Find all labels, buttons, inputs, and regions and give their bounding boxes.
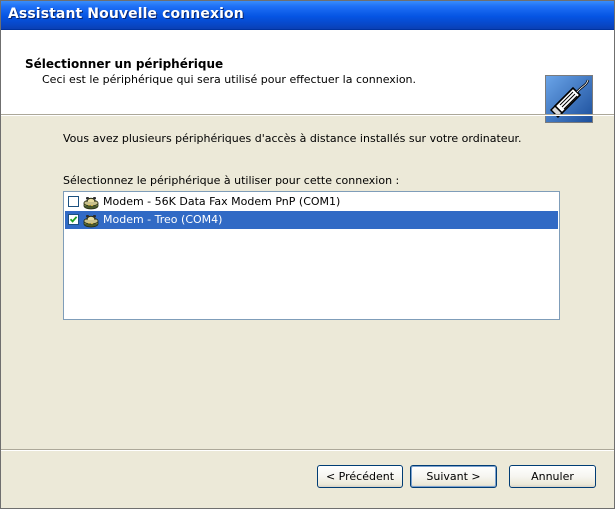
title-bar[interactable]: Assistant Nouvelle connexion [1, 1, 614, 30]
intro-text: Vous avez plusieurs périphériques d'accè… [63, 132, 522, 145]
header-separator [1, 114, 614, 116]
next-button[interactable]: Suivant > [410, 465, 497, 488]
device-checkbox-2[interactable] [68, 214, 79, 225]
checkmark-icon [69, 216, 78, 223]
modem-icon [83, 212, 99, 228]
window-title: Assistant Nouvelle connexion [8, 6, 244, 22]
device-select-label: Sélectionnez le périphérique à utiliser … [63, 174, 400, 187]
cancel-button[interactable]: Annuler [509, 465, 596, 488]
device-listbox[interactable]: Modem - 56K Data Fax Modem PnP (COM1) Mo… [63, 191, 560, 320]
header-subtitle: Ceci est le périphérique qui sera utilis… [42, 73, 417, 86]
wizard-window: Assistant Nouvelle connexion Sélectionne… [0, 0, 615, 509]
list-item-device-1[interactable]: Modem - 56K Data Fax Modem PnP (COM1) [65, 193, 558, 211]
list-item-device-2[interactable]: Modem - Treo (COM4) [65, 211, 558, 229]
footer-separator [1, 449, 614, 451]
device-checkbox-1[interactable] [68, 196, 79, 207]
header-title: Sélectionner un périphérique [25, 57, 224, 71]
back-button[interactable]: < Précédent [317, 465, 403, 488]
modem-icon [83, 194, 99, 210]
device-label-1: Modem - 56K Data Fax Modem PnP (COM1) [103, 195, 341, 208]
device-label-2: Modem - Treo (COM4) [103, 213, 223, 226]
wizard-header: Sélectionner un périphérique Ceci est le… [1, 30, 614, 123]
